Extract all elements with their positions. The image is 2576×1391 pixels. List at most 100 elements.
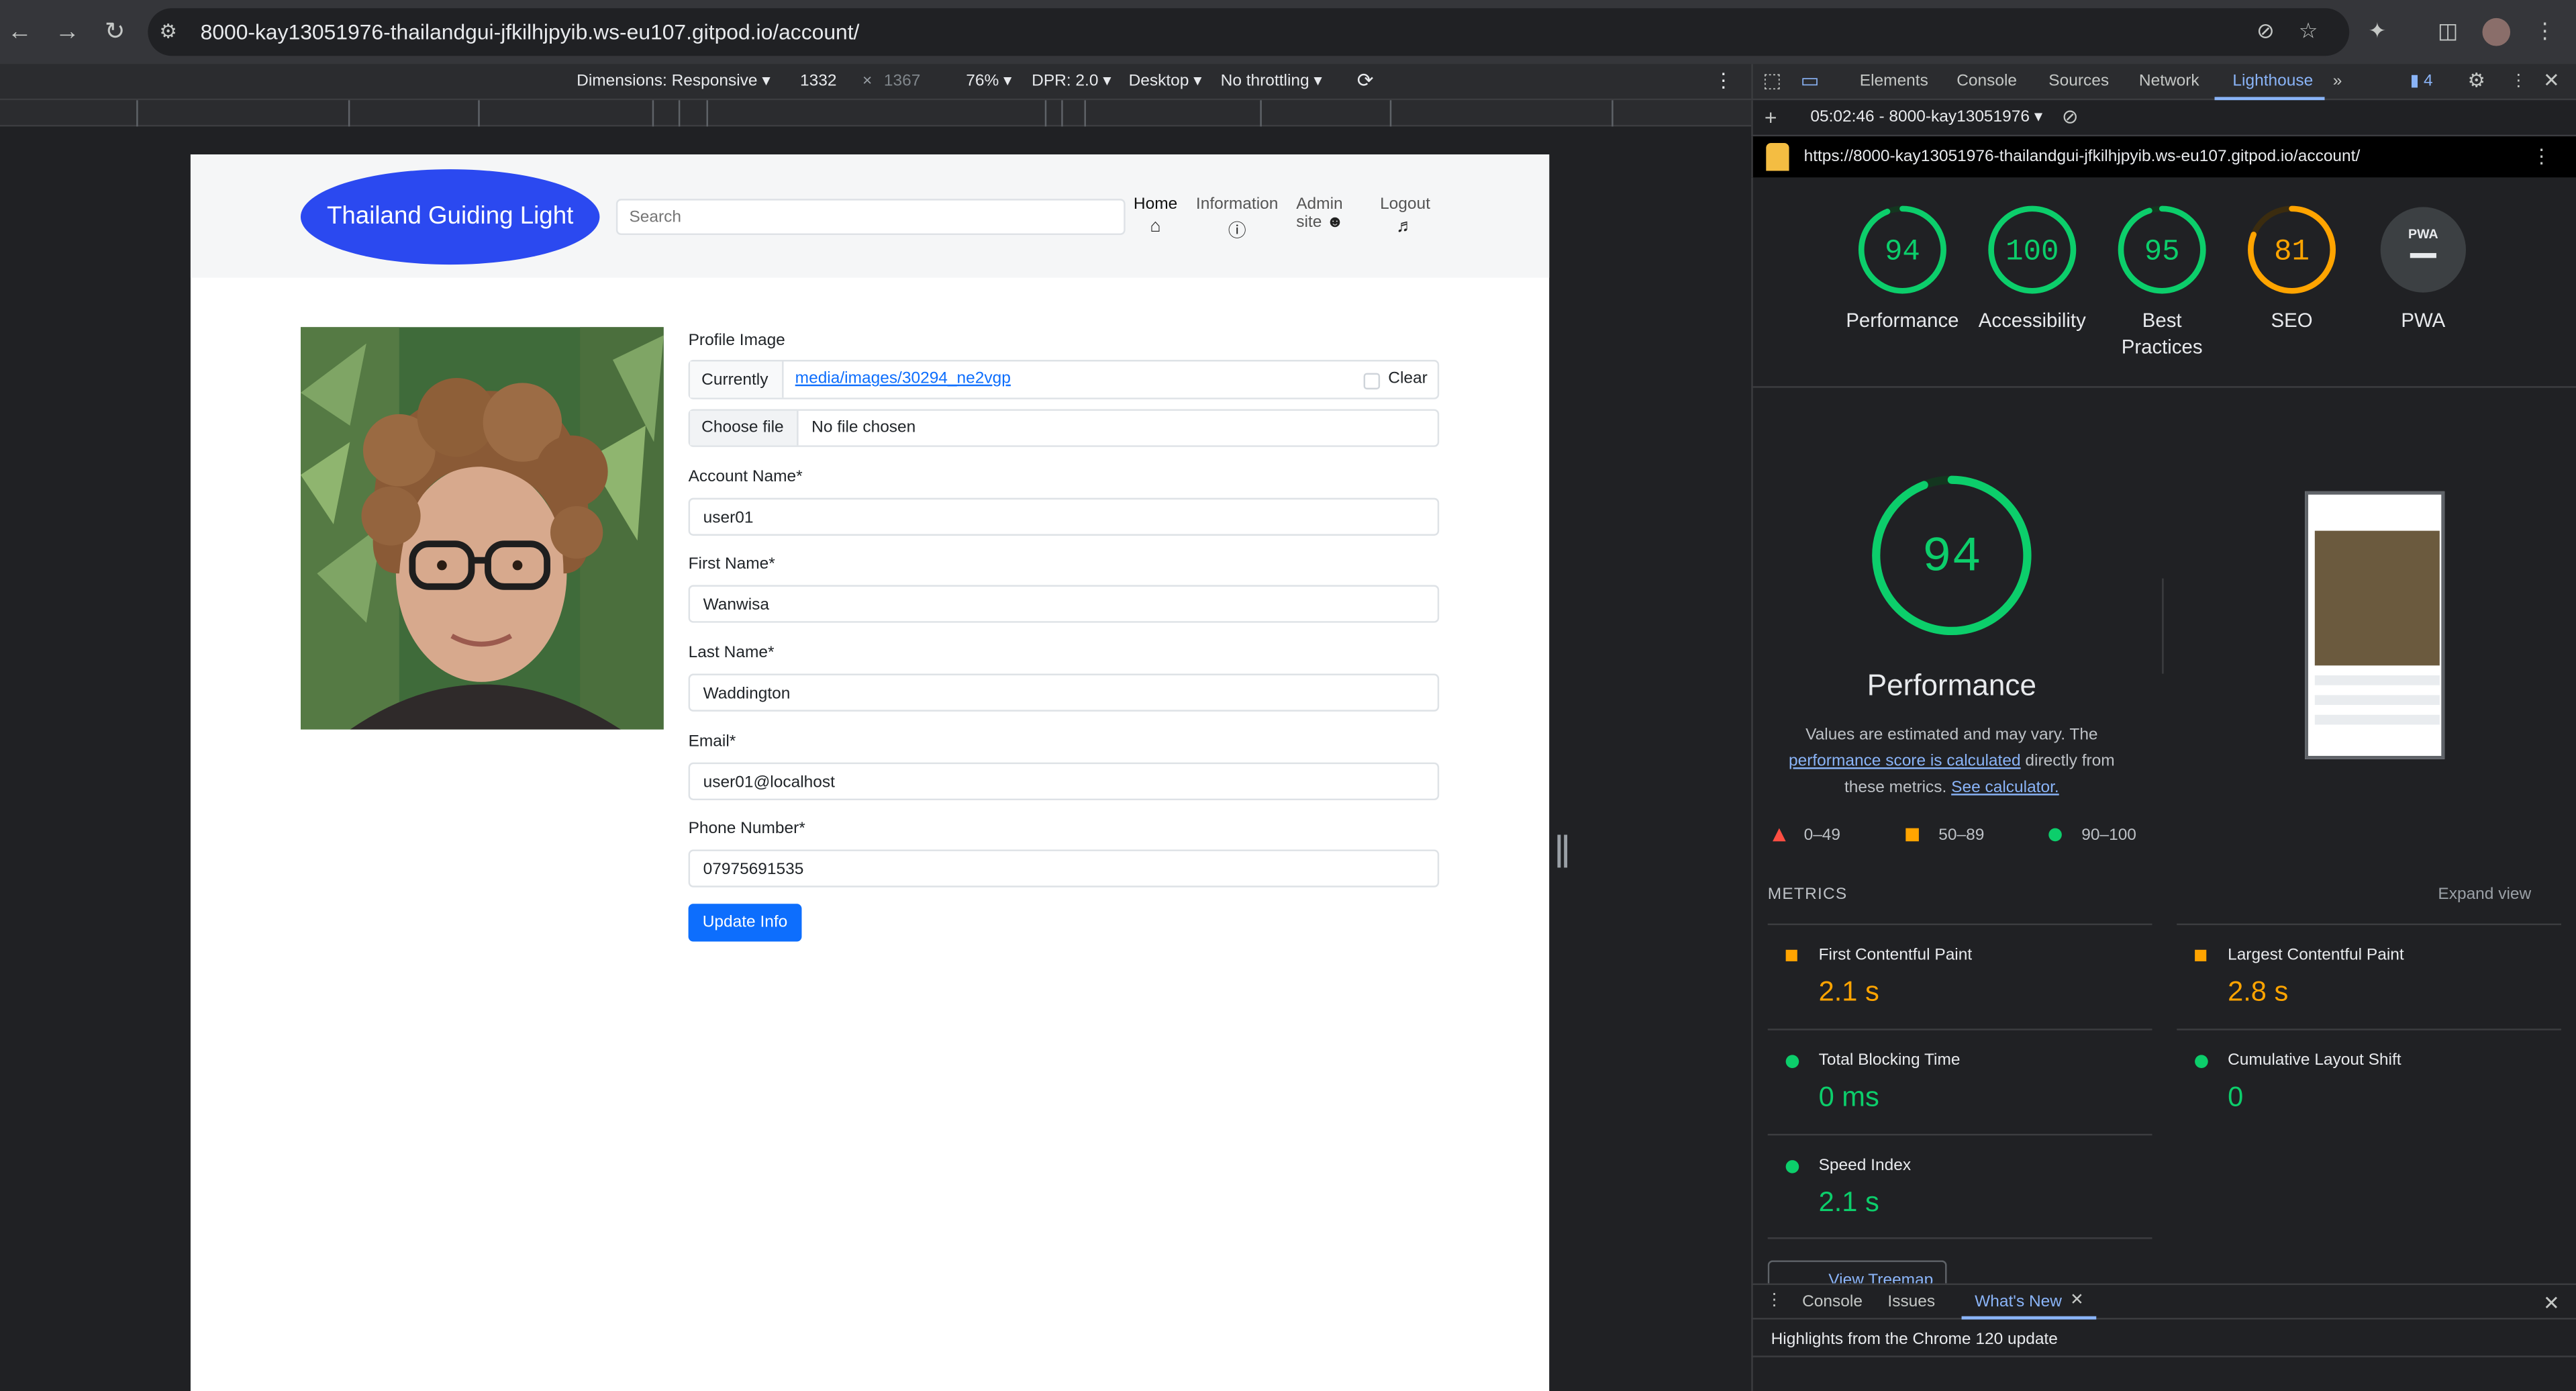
close-devtools-icon[interactable]: ✕ <box>2543 69 2560 92</box>
tab-lighthouse[interactable]: Lighthouse <box>2232 73 2313 91</box>
times-sign: × <box>862 72 873 91</box>
clear-reports-icon[interactable]: ⊘ <box>2062 105 2079 128</box>
metric-lcp: Largest Contentful Paint 2.8 s <box>2177 923 2561 1029</box>
seo-gauge[interactable]: 81 <box>2246 204 2338 296</box>
media-query-ruler[interactable] <box>0 100 1752 127</box>
clear-label: Clear <box>1388 369 1428 388</box>
report-url[interactable]: https://8000-kay13051976-thailandgui-jfk… <box>1804 148 2361 166</box>
account-name-input[interactable]: user01 <box>688 497 1440 536</box>
last-name-input[interactable]: Waddington <box>688 673 1440 712</box>
throttling-label: No throttling <box>1220 72 1309 91</box>
new-report-icon[interactable]: + <box>1765 105 1777 130</box>
first-name-label: First Name* <box>688 555 775 574</box>
report-menu-icon[interactable]: ⋮ <box>2532 144 2551 167</box>
legend-average-range: 50–89 <box>1938 826 1985 845</box>
whats-new-highlights: Highlights from the Chrome 120 update <box>1771 1331 2058 1349</box>
score-calculated-link[interactable]: performance score is calculated <box>1789 753 2021 771</box>
close-drawer-icon[interactable]: ✕ <box>2543 1292 2560 1314</box>
nav-admin-site[interactable]: Admin site ☻ <box>1296 195 1344 232</box>
width-input[interactable]: 1332 <box>800 73 836 91</box>
pwa-badge-icon[interactable]: PWA <box>2377 204 2469 296</box>
throttling-select[interactable]: No throttling ▾ <box>1221 73 1322 91</box>
best-practices-label: Best Practices <box>2088 307 2236 360</box>
phone-input[interactable]: 07975691535 <box>688 849 1440 888</box>
search-input[interactable] <box>615 199 1126 236</box>
back-icon[interactable]: ← <box>3 16 36 49</box>
star-icon[interactable]: ☆ <box>2293 16 2323 46</box>
metric-value: 0 <box>2228 1081 2244 1113</box>
rotate-icon[interactable]: ⟳ <box>1357 69 1374 92</box>
nav-home[interactable]: Home ⌂ <box>1134 195 1177 236</box>
big-performance-gauge: 94 <box>1872 475 2032 636</box>
eye-off-icon[interactable]: ⊘ <box>2250 16 2280 46</box>
drawer-menu-icon[interactable]: ⋮ <box>1766 1292 1782 1310</box>
settings-gear-icon[interactable]: ⚙ <box>2467 69 2485 92</box>
devtools-more-icon[interactable]: ⋮ <box>2510 73 2526 91</box>
issues-badge[interactable]: ▮ 4 <box>2410 73 2433 91</box>
site-settings-icon[interactable]: ⚙ <box>159 19 177 42</box>
forward-icon[interactable]: → <box>51 16 84 49</box>
dpr-select[interactable]: DPR: 2.0 ▾ <box>1032 73 1111 91</box>
update-info-button[interactable]: Update Info <box>688 904 802 942</box>
drawer-tab-console[interactable]: Console <box>1802 1293 1863 1311</box>
tab-sources[interactable]: Sources <box>2048 73 2109 91</box>
ruler-tick <box>348 100 350 127</box>
nav-information[interactable]: Information ⓘ <box>1196 195 1278 243</box>
side-panel-icon[interactable]: ◫ <box>2433 16 2463 46</box>
user-icon: ☻ <box>1326 213 1344 232</box>
first-name-input[interactable]: Wanwisa <box>688 585 1440 623</box>
home-icon: ⌂ <box>1150 217 1161 237</box>
device-toggle-icon[interactable]: ▭ <box>1801 69 1820 92</box>
close-tab-icon[interactable]: ✕ <box>2070 1292 2084 1310</box>
pwa-badge-text: PWA <box>2408 227 2438 242</box>
url-text[interactable]: 8000-kay13051976-thailandgui-jfkilhjpyib… <box>201 19 860 44</box>
current-image-link[interactable]: media/images/30294_ne2vgp <box>795 370 1011 388</box>
extensions-icon[interactable]: ✦ <box>2363 16 2392 46</box>
metric-name: Total Blocking Time <box>1818 1051 1961 1070</box>
tab-console[interactable]: Console <box>1956 73 2017 91</box>
tab-network[interactable]: Network <box>2139 73 2199 91</box>
drawer-tab-issues[interactable]: Issues <box>1887 1293 1935 1311</box>
ruler-tick <box>1260 100 1262 127</box>
dimensions-select[interactable]: Dimensions: Responsive ▾ <box>577 73 771 91</box>
avatar[interactable] <box>2482 17 2511 46</box>
nav-logout[interactable]: Logout ♬ <box>1380 195 1430 236</box>
device-more-icon[interactable]: ⋮ <box>1714 69 1733 92</box>
nav-information-label: Information <box>1195 195 1279 214</box>
reload-icon[interactable]: ↻ <box>99 16 132 49</box>
more-menu-icon[interactable]: ⋮ <box>2530 16 2559 46</box>
file-input[interactable]: Choose file No file chosen <box>688 409 1440 447</box>
metric-status-icon <box>2195 949 2207 961</box>
zoom-select[interactable]: 76% ▾ <box>966 73 1011 91</box>
choose-file-button[interactable]: Choose file <box>690 410 799 446</box>
height-input[interactable]: 1367 <box>884 73 920 91</box>
resize-handle[interactable] <box>1557 834 1568 868</box>
email-label: Email* <box>688 732 736 751</box>
device-select[interactable]: Desktop ▾ <box>1129 73 1202 91</box>
metric-value: 2.1 s <box>1818 975 1879 1008</box>
email-input[interactable]: user01@localhost <box>688 762 1440 801</box>
accessibility-gauge[interactable]: 100 <box>1986 204 2078 296</box>
see-calculator-link[interactable]: See calculator. <box>1951 779 2059 797</box>
best-practices-gauge[interactable]: 95 <box>2116 204 2208 296</box>
metric-tbt: Total Blocking Time 0 ms <box>1767 1028 2152 1134</box>
dimensions-label: Dimensions: Responsive <box>577 72 758 91</box>
report-select[interactable]: 05:02:46 - 8000-kay13051976 ▾ <box>1810 109 2042 127</box>
performance-gauge[interactable]: 94 <box>1856 204 1948 296</box>
tab-elements[interactable]: Elements <box>1860 73 1928 91</box>
thumbnail-line <box>2314 675 2440 685</box>
ruler-tick <box>478 100 480 127</box>
no-file-label: No file chosen <box>811 419 916 438</box>
drawer-tab-whats-new[interactable]: What's New <box>1975 1293 2062 1311</box>
divider <box>1751 1355 2576 1357</box>
page-screenshot-thumbnail[interactable] <box>2305 491 2445 759</box>
nav-admin-label2: site <box>1296 213 1322 232</box>
expand-view-toggle[interactable]: Expand view <box>2438 885 2531 904</box>
more-tabs-icon[interactable]: » <box>2333 73 2342 91</box>
view-treemap-button[interactable]: View Treemap <box>1767 1260 1947 1284</box>
site-logo[interactable]: Thailand Guiding Light <box>300 169 600 265</box>
divider <box>1751 386 2576 388</box>
clear-checkbox[interactable] <box>1363 373 1381 390</box>
inspect-element-icon[interactable]: ⬚ <box>1763 69 1781 92</box>
info-icon: ⓘ <box>1228 222 1246 242</box>
